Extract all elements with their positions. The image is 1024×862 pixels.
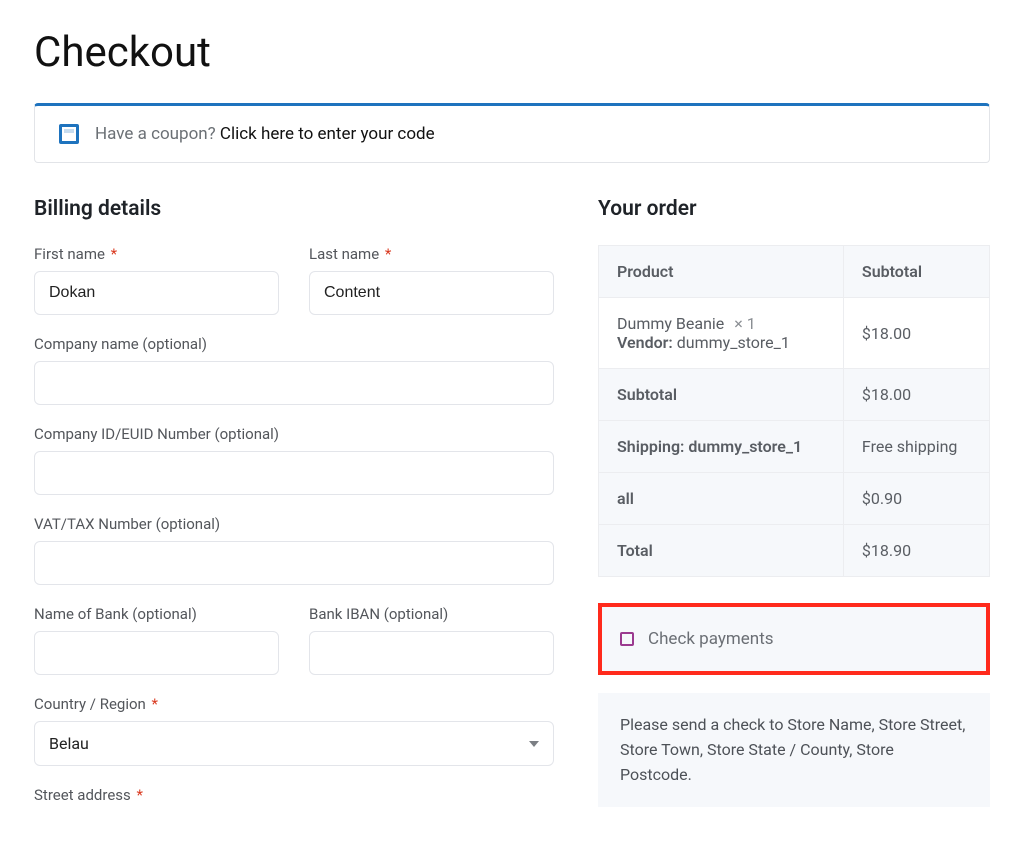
order-all-label: all xyxy=(599,473,844,525)
company-name-label: Company name (optional) xyxy=(34,335,554,353)
order-col-product: Product xyxy=(599,246,844,298)
payment-method-label: Check payments xyxy=(648,629,774,649)
coupon-banner: Have a coupon? Click here to enter your … xyxy=(34,103,990,163)
last-name-label: Last name * xyxy=(309,245,554,263)
order-item-price: $18.00 xyxy=(843,298,989,369)
country-label: Country / Region * xyxy=(34,695,554,713)
order-section: Your order Product Subtotal Dummy Beanie… xyxy=(598,197,990,807)
required-mark: * xyxy=(107,245,117,263)
order-item-vendor-label: Vendor: xyxy=(617,333,673,352)
order-item-vendor-value: dummy_store_1 xyxy=(677,333,790,352)
country-label-text: Country / Region xyxy=(34,695,146,713)
country-select[interactable]: Belau xyxy=(34,721,554,766)
order-subtotal-label: Subtotal xyxy=(599,369,844,421)
vat-label: VAT/TAX Number (optional) xyxy=(34,515,554,533)
first-name-label: First name * xyxy=(34,245,279,263)
bank-iban-input[interactable] xyxy=(309,631,554,675)
radio-icon xyxy=(620,632,634,646)
last-name-input[interactable] xyxy=(309,271,554,315)
order-item-cell: Dummy Beanie × 1 Vendor: dummy_store_1 xyxy=(599,298,844,369)
required-mark: * xyxy=(381,245,391,263)
payment-method-panel: Check payments xyxy=(598,603,990,675)
billing-heading: Billing details xyxy=(34,197,554,221)
order-all-value: $0.90 xyxy=(843,473,989,525)
coupon-toggle-link[interactable]: Click here to enter your code xyxy=(220,124,435,144)
order-subtotal-value: $18.00 xyxy=(843,369,989,421)
order-item-name: Dummy Beanie xyxy=(617,314,724,333)
order-total-value: $18.90 xyxy=(843,525,989,577)
order-item-qty: × 1 xyxy=(734,314,756,333)
payment-method-description: Please send a check to Store Name, Store… xyxy=(598,693,990,807)
bank-name-label: Name of Bank (optional) xyxy=(34,605,279,623)
first-name-label-text: First name xyxy=(34,245,105,263)
street-address-label-text: Street address xyxy=(34,786,131,804)
chevron-down-icon xyxy=(529,741,539,747)
vat-input[interactable] xyxy=(34,541,554,585)
first-name-input[interactable] xyxy=(34,271,279,315)
billing-section: Billing details First name * Last name * xyxy=(34,197,554,812)
page-title: Checkout xyxy=(34,28,990,77)
bank-name-input[interactable] xyxy=(34,631,279,675)
order-col-subtotal: Subtotal xyxy=(843,246,989,298)
order-shipping-label: Shipping: dummy_store_1 xyxy=(599,421,844,473)
coupon-prompt-text: Have a coupon? xyxy=(95,124,220,144)
company-id-label: Company ID/EUID Number (optional) xyxy=(34,425,554,443)
company-id-input[interactable] xyxy=(34,451,554,495)
company-name-input[interactable] xyxy=(34,361,554,405)
street-address-label: Street address * xyxy=(34,786,554,804)
required-mark: * xyxy=(148,695,158,713)
coupon-icon xyxy=(59,124,79,144)
payment-method-option[interactable]: Check payments xyxy=(620,629,968,649)
required-mark: * xyxy=(133,786,143,804)
order-heading: Your order xyxy=(598,197,990,221)
order-table: Product Subtotal Dummy Beanie × 1 Vendor… xyxy=(598,245,990,577)
bank-iban-label: Bank IBAN (optional) xyxy=(309,605,554,623)
order-shipping-value: Free shipping xyxy=(843,421,989,473)
coupon-prompt: Have a coupon? Click here to enter your … xyxy=(95,124,435,144)
country-select-value: Belau xyxy=(49,734,89,753)
last-name-label-text: Last name xyxy=(309,245,379,263)
order-total-label: Total xyxy=(599,525,844,577)
